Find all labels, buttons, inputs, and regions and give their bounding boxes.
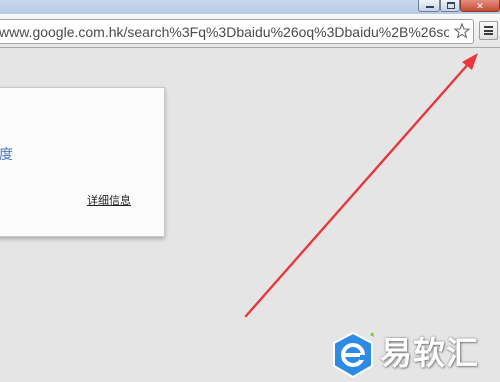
maximize-button[interactable] <box>440 0 460 12</box>
hamburger-menu-icon <box>484 26 493 35</box>
maximize-icon <box>447 2 455 9</box>
close-button[interactable]: ✕ <box>460 0 500 12</box>
minimize-icon <box>426 6 434 8</box>
info-popup: 度 详细信息 <box>0 87 165 237</box>
minimize-button[interactable] <box>418 0 440 12</box>
window-titlebar: ✕ <box>0 0 500 14</box>
close-icon: ✕ <box>476 1 484 11</box>
watermark-logo-icon <box>333 331 374 379</box>
watermark-text: 易软汇 <box>380 335 480 371</box>
star-icon[interactable] <box>453 22 471 40</box>
chrome-menu-button[interactable] <box>479 21 498 40</box>
details-link[interactable]: 详细信息 <box>87 192 131 208</box>
watermark: 易软汇 <box>326 325 500 382</box>
popup-partial-text: 度 <box>0 146 13 162</box>
browser-toolbar: www.google.com.hk/search%3Fq%3Dbaidu%26o… <box>0 14 500 48</box>
url-text: www.google.com.hk/search%3Fq%3Dbaidu%26o… <box>0 24 449 40</box>
address-bar[interactable]: www.google.com.hk/search%3Fq%3Dbaidu%26o… <box>0 19 474 44</box>
